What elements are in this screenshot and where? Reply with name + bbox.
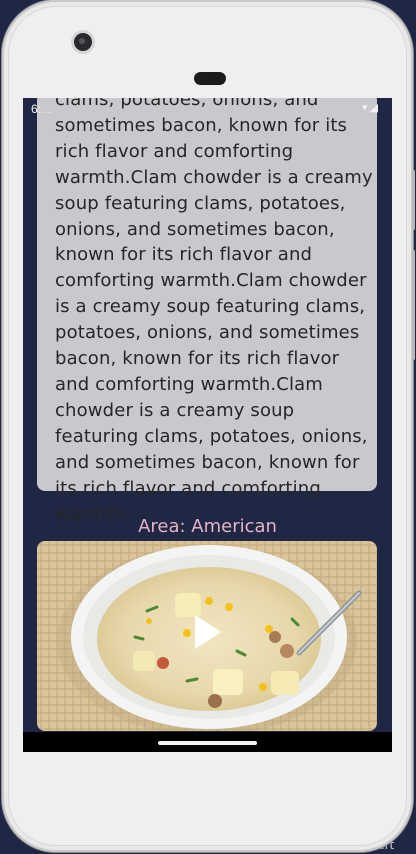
- front-camera: [74, 33, 92, 51]
- wifi-signal-icon: ▾◢: [362, 102, 380, 114]
- video-thumbnail[interactable]: [37, 541, 377, 731]
- status-bar: 6:... ▾◢: [23, 98, 392, 120]
- area-label: Area: American: [138, 516, 277, 537]
- description-card: clams, potatoes, onions, and sometimes b…: [37, 98, 377, 525]
- home-gesture-bar[interactable]: [158, 741, 257, 745]
- power-button: [412, 170, 415, 230]
- app-screen: clams, potatoes, onions, and sometimes b…: [23, 98, 392, 752]
- volume-button: [412, 250, 415, 360]
- clam-chowder-image: [37, 541, 377, 731]
- meal-description: clams, potatoes, onions, and sometimes b…: [55, 98, 373, 525]
- navigation-bar: [23, 732, 392, 752]
- status-time: 6:...: [31, 102, 52, 116]
- earpiece-speaker: [194, 72, 226, 85]
